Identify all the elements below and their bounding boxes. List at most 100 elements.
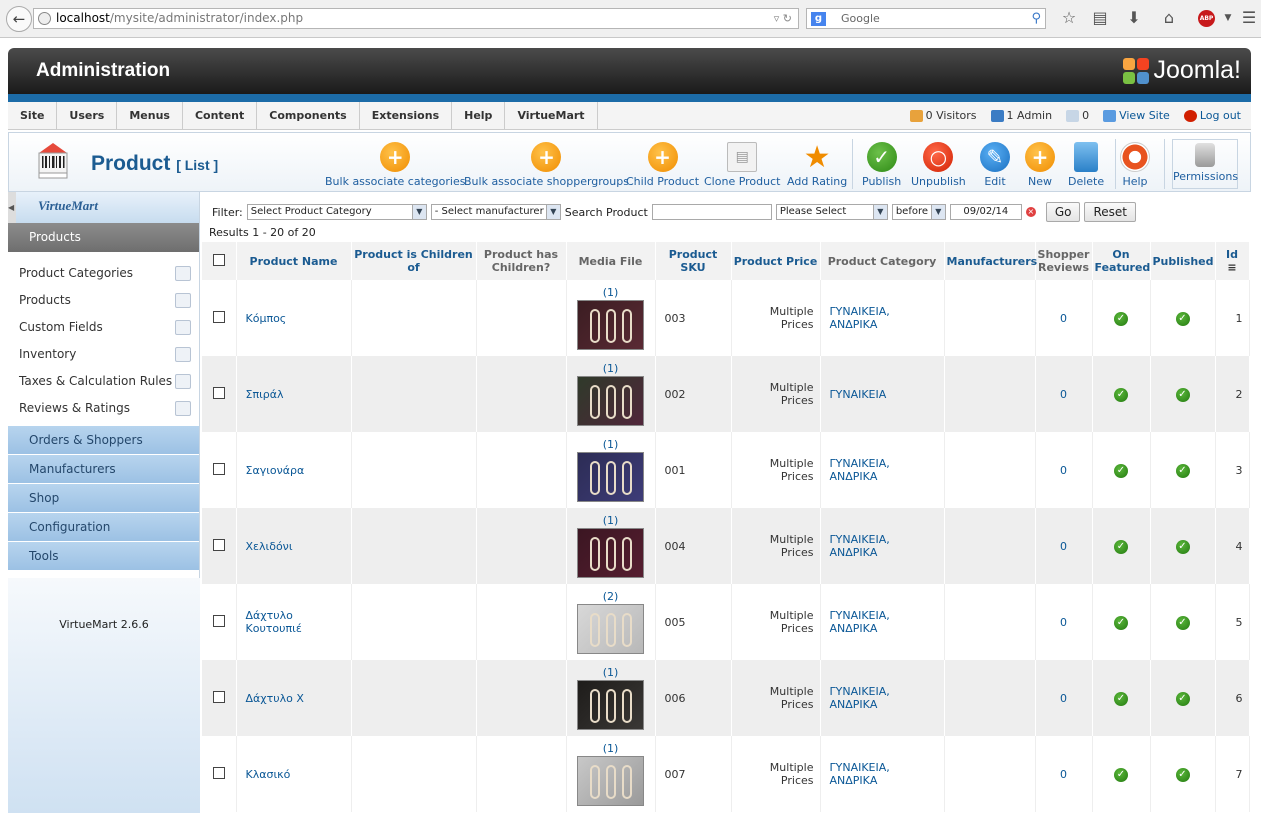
row-checkbox[interactable] [212,462,225,475]
header-on-featured[interactable]: On Featured [1092,242,1151,280]
bookmark-list-icon[interactable]: ▤ [1091,9,1109,27]
download-icon[interactable]: ⬇ [1125,9,1143,27]
featured-check-icon[interactable]: ✓ [1114,539,1128,554]
featured-check-icon[interactable]: ✓ [1114,463,1128,478]
published-check-icon[interactable]: ✓ [1175,615,1190,630]
help-button[interactable]: Help [1120,139,1150,188]
row-checkbox[interactable] [212,310,225,323]
media-count-link[interactable]: (1) [570,286,652,299]
media-count-link[interactable]: (1) [570,666,652,679]
view-site-link[interactable]: View Site [1103,102,1170,130]
logout-link[interactable]: Log out [1183,102,1241,130]
before-select[interactable]: before ▼ [891,204,946,220]
manufacturer-select[interactable]: - Select manufacturer - ▼ [430,204,561,220]
bulk-associate-categories-button[interactable]: + Bulk associate categories [325,139,465,188]
shopper-reviews-link[interactable]: 0 [1035,584,1093,660]
product-name-link[interactable]: Δάχτυλο Κουτουπιέ [236,584,352,660]
menu-site[interactable]: Site [8,102,58,130]
shopper-reviews-link[interactable]: 0 [1035,356,1093,432]
bulk-associate-shoppergroups-button[interactable]: + Bulk associate shoppergroups [464,139,629,188]
product-category-link[interactable]: ΓΥΝΑΙΚΕΙΑ, ΑΝΔΡΙΚΑ [820,280,945,356]
media-count-link[interactable]: (2) [570,590,652,603]
shopper-reviews-link[interactable]: 0 [1035,280,1093,356]
sidebar-item-taxes[interactable]: Taxes & Calculation Rules [8,368,199,395]
product-thumbnail[interactable] [577,376,644,426]
featured-check-icon[interactable]: ✓ [1114,691,1128,706]
shopper-reviews-link[interactable]: 0 [1035,660,1093,736]
published-check-icon[interactable]: ✓ [1175,387,1190,402]
unpublish-button[interactable]: ○ Unpublish [911,139,966,188]
header-id[interactable]: Id ≡ [1215,242,1250,280]
messages-status[interactable]: 0 [1066,102,1089,130]
menu-content[interactable]: Content [183,102,258,130]
header-product-price[interactable]: Product Price [731,242,821,280]
media-count-link[interactable]: (1) [570,514,652,527]
sidebar-section-manufacturers[interactable]: Manufacturers [8,455,199,484]
url-bar[interactable]: localhost/mysite/administrator/index.php… [33,8,799,29]
header-product-name[interactable]: Product Name [236,242,352,280]
product-category-link[interactable]: ΓΥΝΑΙΚΕΙΑ, ΑΝΔΡΙΚΑ [820,660,945,736]
menu-users[interactable]: Users [57,102,118,130]
product-thumbnail[interactable] [577,680,644,730]
header-manufacturers[interactable]: Manufacturers [944,242,1037,280]
product-name-link[interactable]: Δάχτυλο Χ [236,660,352,736]
clone-product-button[interactable]: ▤ Clone Product [704,139,780,188]
product-thumbnail[interactable] [577,300,644,350]
date-input[interactable]: 09/02/14 [949,204,1022,220]
new-button[interactable]: + New [1025,139,1055,188]
menu-menus[interactable]: Menus [117,102,183,130]
published-check-icon[interactable]: ✓ [1175,539,1190,554]
product-category-link[interactable]: ΓΥΝΑΙΚΕΙΑ, ΑΝΔΡΙΚΑ [820,508,945,584]
media-count-link[interactable]: (1) [570,742,652,755]
product-category-link[interactable]: ΓΥΝΑΙΚΕΙΑ [820,356,945,432]
sidebar-item-reviews[interactable]: Reviews & Ratings [8,395,199,422]
adblock-icon[interactable]: ABP [1198,10,1215,27]
published-check-icon[interactable]: ✓ [1175,311,1190,326]
search-magnifier-icon[interactable]: ⚲ [1031,9,1041,28]
date-select[interactable]: Please Select ▼ [775,204,888,220]
product-name-link[interactable]: Σπιράλ [236,356,352,432]
menu-icon[interactable]: ☰ [1240,9,1258,27]
published-check-icon[interactable]: ✓ [1175,463,1190,478]
header-product-is-child[interactable]: Product is Children of [351,242,477,280]
category-select[interactable]: Select Product Category ▼ [246,204,427,220]
sidebar-item-inventory[interactable]: Inventory [8,341,199,368]
row-checkbox[interactable] [212,690,225,703]
row-checkbox[interactable] [212,538,225,551]
featured-check-icon[interactable]: ✓ [1114,387,1128,402]
published-check-icon[interactable]: ✓ [1175,691,1190,706]
sidebar-section-shop[interactable]: Shop [8,484,199,513]
menu-virtuemart[interactable]: VirtueMart [505,102,598,130]
product-name-link[interactable]: Κλασικό [236,736,352,812]
select-all-checkbox[interactable] [212,253,225,266]
sidebar-section-products[interactable]: Products [8,223,199,252]
header-product-sku[interactable]: Product SKU [655,242,732,280]
browser-search-input[interactable]: g Google ⚲ [806,8,1046,29]
row-checkbox[interactable] [212,766,225,779]
media-count-link[interactable]: (1) [570,362,652,375]
sidebar-item-products[interactable]: Products [8,287,199,314]
back-arrow-icon[interactable]: ← [6,6,32,32]
sidebar-section-tools[interactable]: Tools [8,542,199,571]
go-button[interactable]: Go [1045,202,1081,222]
product-name-link[interactable]: Σαγιονάρα [236,432,352,508]
shopper-reviews-link[interactable]: 0 [1035,736,1093,812]
shopper-reviews-link[interactable]: 0 [1035,508,1093,584]
reset-button[interactable]: Reset [1084,202,1136,222]
home-icon[interactable]: ⌂ [1160,9,1178,27]
permissions-button[interactable]: Permissions [1172,139,1238,189]
sidebar-item-product-categories[interactable]: Product Categories [8,260,199,287]
star-icon[interactable]: ☆ [1060,9,1078,27]
child-product-button[interactable]: + Child Product [626,139,699,188]
product-category-link[interactable]: ΓΥΝΑΙΚΕΙΑ, ΑΝΔΡΙΚΑ [820,432,945,508]
chevron-down-icon[interactable]: ▼ [1219,9,1237,27]
row-checkbox[interactable] [212,386,225,399]
media-count-link[interactable]: (1) [570,438,652,451]
delete-button[interactable]: Delete [1068,139,1104,188]
product-thumbnail[interactable] [577,528,644,578]
published-check-icon[interactable]: ✓ [1175,767,1190,782]
product-thumbnail[interactable] [577,604,644,654]
featured-check-icon[interactable]: ✓ [1114,615,1128,630]
featured-check-icon[interactable]: ✓ [1114,767,1128,782]
reload-icon[interactable]: ▿ ↻ [774,9,792,28]
